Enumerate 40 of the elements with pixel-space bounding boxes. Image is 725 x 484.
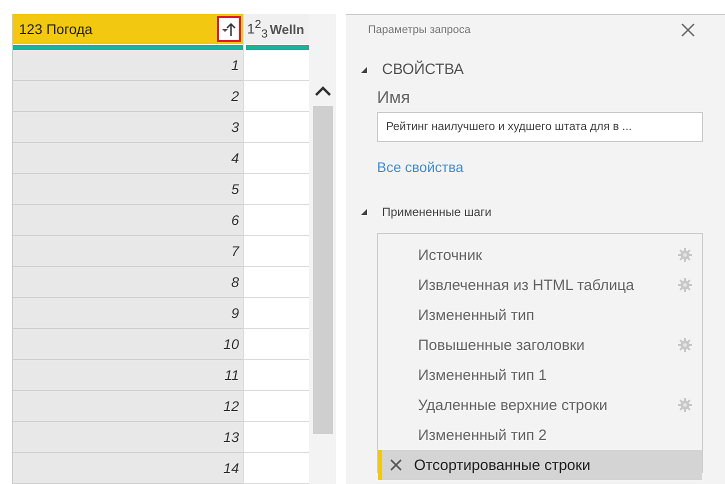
table-cell: 6	[13, 205, 243, 236]
step-item[interactable]: Отсортированные строки	[378, 450, 702, 480]
table-cell: 14	[13, 453, 243, 484]
quality-bar	[246, 45, 309, 50]
sort-icon	[221, 21, 237, 38]
table-cell: 12	[13, 391, 243, 422]
step-item[interactable]: Удаленные верхние строки	[378, 390, 702, 420]
collapse-icon[interactable]	[360, 66, 368, 74]
column-header[interactable]: 1$^{2}$$_{3}$Welln	[244, 14, 309, 44]
scroll-up-icon[interactable]	[314, 86, 330, 96]
table-cell: 2	[13, 81, 243, 112]
step-item[interactable]: Повышенные заголовки	[378, 330, 702, 360]
step-item[interactable]: Источник	[378, 240, 702, 270]
table-cell: 10	[13, 329, 243, 360]
step-item[interactable]: Извлеченная из HTML таблица	[378, 270, 702, 300]
all-properties-link[interactable]: Все свойства	[377, 159, 464, 175]
section-heading: Примененные шаги	[382, 205, 492, 219]
section-heading: СВОЙСТВА	[382, 61, 464, 78]
table-cell: 13	[13, 422, 243, 453]
sort-button[interactable]	[217, 16, 241, 42]
step-item[interactable]: Измененный тип 1	[378, 360, 702, 390]
scrollbar-thumb[interactable]	[312, 106, 332, 434]
table-cell: 7	[13, 236, 243, 267]
collapse-icon[interactable]	[360, 208, 368, 216]
table-cell: 1	[13, 50, 243, 81]
delete-icon[interactable]	[390, 459, 402, 471]
table-cell: 3	[13, 112, 243, 143]
scrollbar[interactable]	[311, 86, 334, 434]
table-cell: 9	[13, 298, 243, 329]
close-icon[interactable]	[681, 23, 695, 37]
field-label: Имя	[377, 88, 412, 108]
step-item[interactable]: Измененный тип	[378, 300, 702, 330]
name-field[interactable]: Рейтинг наилучшего и худшего штата для в ...	[377, 112, 703, 142]
table-cell: 4	[13, 143, 243, 174]
table-cell: 8	[13, 267, 243, 298]
panel-title: Параметры запроса	[368, 24, 471, 36]
column-header[interactable]: 123 Погода	[13, 14, 243, 44]
step-item[interactable]: Измененный тип 2	[378, 420, 702, 450]
table-cell: 11	[13, 360, 243, 391]
table-cell: 5	[13, 174, 243, 205]
